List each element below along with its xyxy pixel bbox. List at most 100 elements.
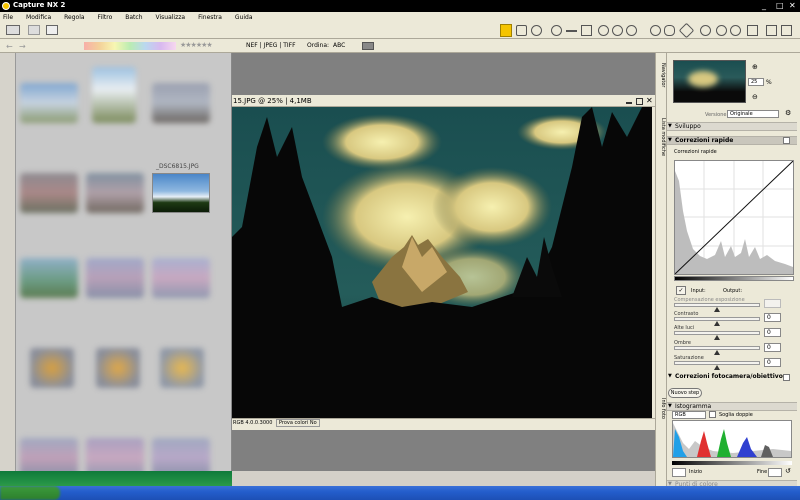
image-browser (0, 53, 232, 478)
reset-histogram-icon[interactable]: ↺ (785, 467, 791, 475)
lasso-icon[interactable] (716, 25, 727, 36)
menu-filtro[interactable]: Filtro (98, 14, 113, 21)
fill-remove-icon[interactable] (747, 25, 758, 36)
color-control-point-icon[interactable] (650, 25, 661, 36)
black-control-point-icon[interactable] (598, 25, 609, 36)
zoom-out-icon[interactable]: ⊖ (752, 93, 758, 101)
desktop-strip (0, 471, 232, 486)
image-close-icon[interactable]: ✕ (646, 96, 653, 105)
section-develop[interactable]: Sviluppo (667, 122, 797, 131)
straighten-tool-icon[interactable] (566, 30, 577, 32)
new-step-button[interactable]: Nuovo step (668, 388, 702, 398)
layout-icon[interactable] (781, 25, 792, 36)
tab-photo-info[interactable]: Info foto (656, 398, 666, 428)
histogram-end-label: Fine (757, 469, 768, 475)
zoom-field[interactable]: 25 (748, 78, 764, 86)
forward-arrow-icon[interactable]: → (19, 42, 26, 51)
double-threshold-checkbox[interactable] (709, 411, 716, 418)
thumbnail[interactable] (152, 83, 210, 123)
thumbnail[interactable] (20, 83, 78, 123)
histogram-channel-dropdown[interactable]: RGB (672, 411, 706, 419)
settings-icon[interactable]: ⚙ (785, 109, 791, 117)
slider-exposure-thumb[interactable] (714, 307, 720, 312)
white-control-point-icon[interactable] (626, 25, 637, 36)
image-maximize-icon[interactable] (636, 98, 643, 105)
section-camera-lens[interactable]: Correzioni fotocamera/obiettivo (667, 373, 797, 382)
thumbnail[interactable] (92, 67, 136, 123)
neutral-control-point-icon[interactable] (612, 25, 623, 36)
print-icon[interactable] (46, 25, 58, 35)
eyedropper-icon[interactable]: ✓ (676, 286, 686, 295)
tab-edit-list[interactable]: Lista modifiche (656, 118, 666, 163)
browser-side-tab[interactable] (0, 53, 16, 471)
start-button[interactable] (0, 486, 60, 500)
save-icon[interactable] (28, 25, 40, 35)
red-eye-icon[interactable] (664, 25, 675, 36)
thumbnail-view-icon[interactable] (362, 42, 374, 50)
thumbnail[interactable] (20, 173, 78, 213)
slider-highlights-thumb[interactable] (714, 335, 720, 340)
thumbnail[interactable] (86, 258, 144, 298)
color-label-filter[interactable] (84, 42, 176, 50)
zoom-in-icon[interactable]: ⊕ (752, 63, 758, 71)
direct-select-tool-icon[interactable] (500, 24, 512, 37)
photo-canvas[interactable] (232, 107, 652, 418)
crop-tool-icon[interactable] (581, 25, 592, 36)
histogram-end-field[interactable] (768, 468, 782, 477)
slider-saturation-thumb[interactable] (714, 365, 720, 370)
section-histogram[interactable]: Istogramma (667, 402, 797, 411)
navigator-preview[interactable] (673, 60, 746, 103)
selected-thumbnail[interactable] (152, 173, 210, 213)
file-type-filter[interactable]: NEF | JPEG | TIFF (246, 42, 296, 49)
slider-contrast-thumb[interactable] (714, 321, 720, 326)
thumbnail[interactable] (86, 173, 144, 213)
section-quick-fix[interactable]: Correzioni rapide (667, 136, 797, 145)
value-saturation[interactable]: 0 (764, 358, 781, 367)
zoom-unit: % (766, 79, 772, 86)
menu-regola[interactable]: Regola (64, 14, 84, 21)
close-button[interactable]: ✕ (789, 1, 796, 11)
value-shadows[interactable]: 0 (764, 343, 781, 352)
menu-batch[interactable]: Batch (125, 14, 142, 21)
thumbnail[interactable] (160, 348, 204, 388)
rotate-tool-icon[interactable] (551, 25, 562, 36)
slider-shadows-thumb[interactable] (714, 350, 720, 355)
app-logo-icon (2, 2, 10, 10)
thumbnail[interactable] (96, 348, 140, 388)
camera-lens-toggle[interactable] (783, 374, 790, 381)
menu-visualizza[interactable]: Visualizza (156, 14, 186, 21)
menu-finestra[interactable]: Finestra (198, 14, 222, 21)
gradient-icon[interactable] (730, 25, 741, 36)
thumbnail[interactable] (30, 348, 74, 388)
menu-guida[interactable]: Guida (235, 14, 253, 21)
value-exposure[interactable] (764, 299, 781, 308)
tone-curve (674, 160, 794, 275)
menu-file[interactable]: File (3, 14, 13, 21)
back-arrow-icon[interactable]: ← (6, 42, 13, 51)
rating-stars-icon[interactable]: ★★★★★★ (180, 41, 213, 49)
selection-brush-icon[interactable] (700, 25, 711, 36)
minimize-button[interactable]: _ (762, 1, 766, 11)
thumbnail[interactable] (152, 258, 210, 298)
histogram-start-field[interactable] (672, 468, 686, 477)
tab-navigator[interactable]: Navigator (656, 63, 666, 103)
version-dropdown[interactable]: Originale (727, 110, 779, 118)
image-status-bar: RGB 4.0.0.3000 Prova colori No (232, 418, 655, 428)
histogram-graph (672, 420, 792, 458)
proof-colors-dropdown[interactable]: Prova colori No (276, 419, 320, 427)
browser-toggle-icon[interactable] (6, 25, 20, 35)
value-highlights[interactable]: 0 (764, 328, 781, 337)
maximize-button[interactable]: □ (776, 1, 784, 11)
grid-icon[interactable] (766, 25, 777, 36)
version-label: Versione (705, 112, 727, 118)
quick-fix-toggle[interactable] (783, 137, 790, 144)
curve-graph[interactable] (674, 160, 794, 275)
hand-tool-icon[interactable] (516, 25, 527, 36)
sort-dropdown[interactable]: ABC (333, 42, 345, 49)
zoom-tool-icon[interactable] (531, 25, 542, 36)
thumbnail[interactable] (20, 258, 78, 298)
auto-retouch-brush-icon[interactable] (678, 22, 695, 39)
menu-modifica[interactable]: Modifica (26, 14, 51, 21)
image-minimize-icon[interactable] (626, 102, 632, 104)
value-contrast[interactable]: 0 (764, 313, 781, 322)
